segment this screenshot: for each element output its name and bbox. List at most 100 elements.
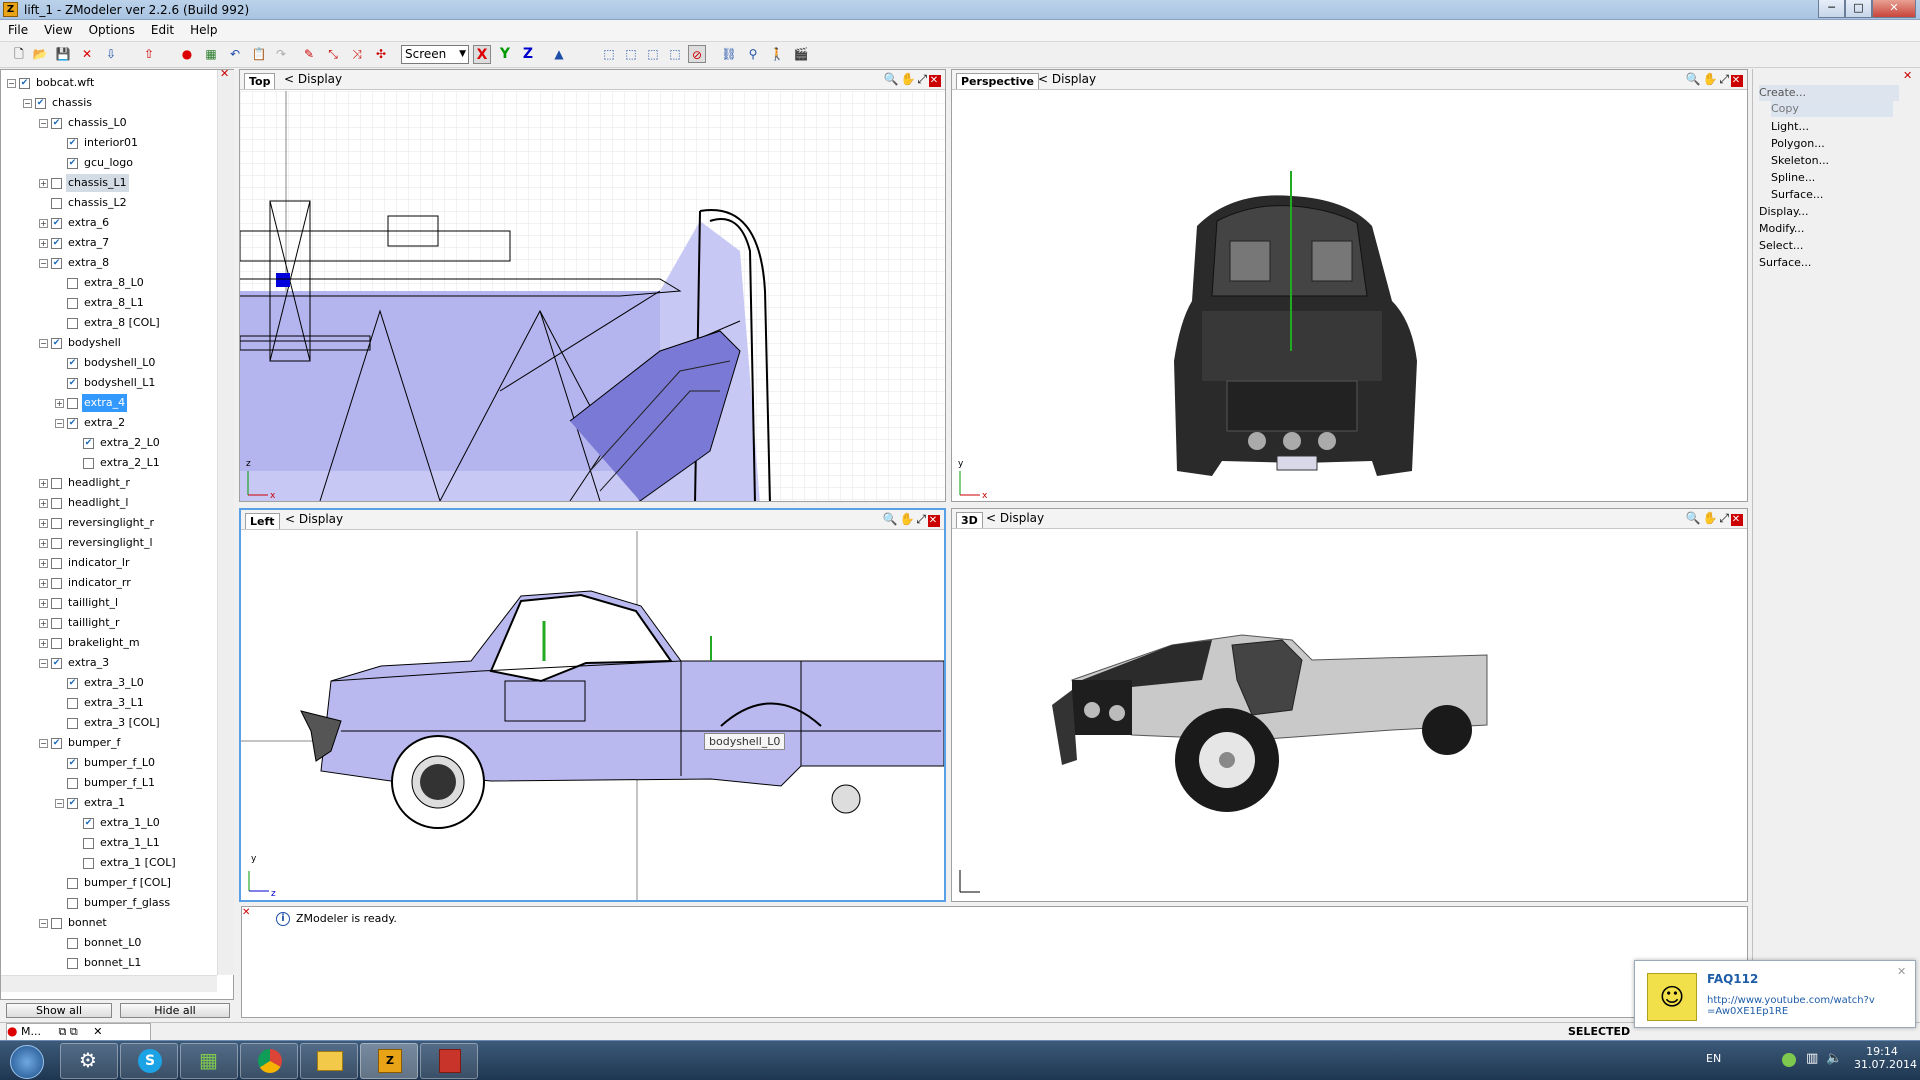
visibility-checkbox[interactable]: ✔ bbox=[67, 138, 78, 149]
tree-item[interactable]: + headlight_l bbox=[39, 494, 217, 512]
rotate-tool-icon[interactable]: ⤨ bbox=[348, 45, 366, 63]
edge-mode-icon[interactable]: ⬚ bbox=[622, 45, 640, 63]
tree-item[interactable]: + taillight_l bbox=[39, 594, 217, 612]
volume-icon[interactable]: 🔈 bbox=[1826, 1051, 1842, 1066]
material-icon[interactable]: ▦ bbox=[202, 45, 220, 63]
taskbar-app-zmodeler[interactable]: Z bbox=[360, 1043, 418, 1079]
visibility-checkbox[interactable] bbox=[67, 958, 78, 969]
tree-item[interactable]: − ✔ chassis_L0 bbox=[39, 114, 217, 132]
cmd-surface[interactable]: Surface... bbox=[1759, 255, 1811, 271]
viewport-tab-top[interactable]: Top bbox=[244, 73, 276, 89]
cmd-modify[interactable]: Modify... bbox=[1759, 221, 1804, 237]
visibility-checkbox[interactable] bbox=[67, 878, 78, 889]
visibility-checkbox[interactable] bbox=[67, 938, 78, 949]
viewport-controls[interactable]: 🔍✋⤢✕ bbox=[882, 512, 940, 527]
visibility-checkbox[interactable]: ✔ bbox=[83, 438, 94, 449]
viewport-tab-3d[interactable]: 3D bbox=[956, 512, 983, 528]
visibility-checkbox[interactable]: ✔ bbox=[51, 658, 62, 669]
collapse-icon[interactable]: − bbox=[39, 259, 48, 268]
move-tool-icon[interactable]: ⤡ bbox=[324, 45, 342, 63]
taskbar-app-chrome[interactable] bbox=[240, 1043, 298, 1079]
new-file-icon[interactable]: 🗋 bbox=[10, 45, 28, 63]
taskbar-app-explorer[interactable] bbox=[300, 1043, 358, 1079]
viewport-canvas[interactable]: z x bbox=[240, 91, 945, 501]
tree-item[interactable]: + ✔ extra_6 bbox=[39, 214, 217, 232]
tree-item[interactable]: + reversinglight_r bbox=[39, 514, 217, 532]
select-tool-icon[interactable]: ✎ bbox=[300, 45, 318, 63]
taskbar-app-skype[interactable]: S bbox=[120, 1043, 178, 1079]
tree-item[interactable]: extra_1 [COL] bbox=[71, 854, 217, 872]
tree-item[interactable]: ✔ extra_1_L0 bbox=[71, 814, 217, 832]
hide-all-button[interactable]: Hide all bbox=[120, 1003, 230, 1018]
tree-item[interactable]: extra_2_L1 bbox=[71, 454, 217, 472]
viewport-canvas[interactable]: y z bodyshell_L0 bbox=[241, 531, 944, 900]
tree-item[interactable]: − ✔ bumper_f bbox=[39, 734, 217, 752]
visibility-checkbox[interactable] bbox=[51, 198, 62, 209]
visibility-checkbox[interactable] bbox=[67, 318, 78, 329]
mini-window-tab[interactable]: ● M... ⧉ ⧉ ✕ bbox=[6, 1023, 151, 1041]
visibility-checkbox[interactable] bbox=[67, 398, 78, 409]
collapse-icon[interactable]: − bbox=[39, 739, 48, 748]
coordinate-space-select[interactable]: Screen ▼ bbox=[401, 45, 469, 64]
visibility-checkbox[interactable]: ✔ bbox=[67, 158, 78, 169]
figure-icon[interactable]: 🚶 bbox=[768, 45, 786, 63]
close-icon[interactable]: ✕ bbox=[1897, 965, 1906, 978]
visibility-checkbox[interactable]: ✔ bbox=[51, 118, 62, 129]
tree-item[interactable]: ✔ extra_3_L0 bbox=[55, 674, 217, 692]
record-icon[interactable]: ● bbox=[178, 45, 196, 63]
tree-item[interactable]: bonnet_L0 bbox=[55, 934, 217, 952]
viewport-tab-left[interactable]: Left bbox=[245, 513, 280, 529]
tree-item[interactable]: + chassis_L1 bbox=[39, 174, 217, 192]
expand-icon[interactable]: + bbox=[39, 219, 48, 228]
taskbar-app-steam[interactable]: ⚙ bbox=[60, 1043, 118, 1079]
tree-item[interactable]: − ✔ extra_8 bbox=[39, 254, 217, 272]
visibility-checkbox[interactable]: ✔ bbox=[67, 798, 78, 809]
viewport-3d[interactable]: 3D < Display 🔍✋⤢✕ bbox=[951, 508, 1748, 902]
tree-vertical-scrollbar[interactable] bbox=[217, 70, 234, 975]
collapse-icon[interactable]: − bbox=[39, 919, 48, 928]
clipboard-icon[interactable]: 📋 bbox=[250, 45, 268, 63]
tree-item[interactable]: bumper_f [COL] bbox=[55, 874, 217, 892]
tree-item[interactable]: + brakelight_m bbox=[39, 634, 217, 652]
visibility-checkbox[interactable]: ✔ bbox=[67, 418, 78, 429]
close-panel-icon[interactable]: ✕ bbox=[1903, 69, 1912, 82]
undo-icon[interactable]: ↶ bbox=[226, 45, 244, 63]
viewport-top[interactable]: Top < Display 🔍✋⤢✕ z x bbox=[239, 69, 946, 502]
tree-item[interactable]: ✔ bodyshell_L1 bbox=[55, 374, 217, 392]
tree-item[interactable]: ✔ bodyshell_L0 bbox=[55, 354, 217, 372]
link-icon[interactable]: ⛓ bbox=[720, 45, 738, 63]
cmd-copy[interactable]: Copy bbox=[1771, 101, 1893, 117]
scale-tool-icon[interactable]: ✣ bbox=[372, 45, 390, 63]
tree-item[interactable]: + extra_4 bbox=[55, 394, 217, 412]
visibility-checkbox[interactable] bbox=[51, 558, 62, 569]
tree-item[interactable]: extra_8_L1 bbox=[55, 294, 217, 312]
visibility-checkbox[interactable] bbox=[51, 578, 62, 589]
viewport-perspective[interactable]: Perspective < Display 🔍✋⤢✕ y x bbox=[951, 69, 1748, 502]
visibility-checkbox[interactable] bbox=[67, 898, 78, 909]
pivot-icon[interactable]: ▲ bbox=[550, 45, 568, 63]
visibility-checkbox[interactable] bbox=[83, 838, 94, 849]
expand-icon[interactable]: + bbox=[39, 479, 48, 488]
visibility-checkbox[interactable] bbox=[67, 278, 78, 289]
tray-app-icon[interactable] bbox=[1782, 1053, 1796, 1067]
taskbar-app-editor[interactable] bbox=[420, 1043, 478, 1079]
tree-item[interactable]: + reversinglight_l bbox=[39, 534, 217, 552]
network-icon[interactable]: ▥ bbox=[1806, 1051, 1818, 1066]
visibility-checkbox[interactable]: ✔ bbox=[51, 238, 62, 249]
tree-item[interactable]: − ✔ bobcat.wft bbox=[7, 74, 217, 92]
cmd-spline[interactable]: Spline... bbox=[1771, 170, 1815, 186]
expand-icon[interactable]: + bbox=[39, 179, 48, 188]
notification-link[interactable]: http://www.youtube.com/watch?v=Aw0XE1Ep1… bbox=[1707, 995, 1877, 1017]
clock[interactable]: 19:14 31.07.2014 bbox=[1854, 1045, 1917, 1071]
tree-item[interactable]: extra_1_L1 bbox=[71, 834, 217, 852]
tree-item[interactable]: bumper_f_glass bbox=[55, 894, 217, 912]
visibility-checkbox[interactable]: ✔ bbox=[67, 358, 78, 369]
expand-icon[interactable]: + bbox=[55, 399, 64, 408]
expand-icon[interactable]: + bbox=[39, 559, 48, 568]
close-panel-icon[interactable]: ✕ bbox=[220, 67, 229, 80]
tree-item[interactable]: bonnet_L1 bbox=[55, 954, 217, 972]
expand-icon[interactable]: + bbox=[39, 539, 48, 548]
tree-item[interactable]: + indicator_rr bbox=[39, 574, 217, 592]
animation-icon[interactable]: 🎬 bbox=[792, 45, 810, 63]
tree-item[interactable]: ✔ extra_2_L0 bbox=[71, 434, 217, 452]
